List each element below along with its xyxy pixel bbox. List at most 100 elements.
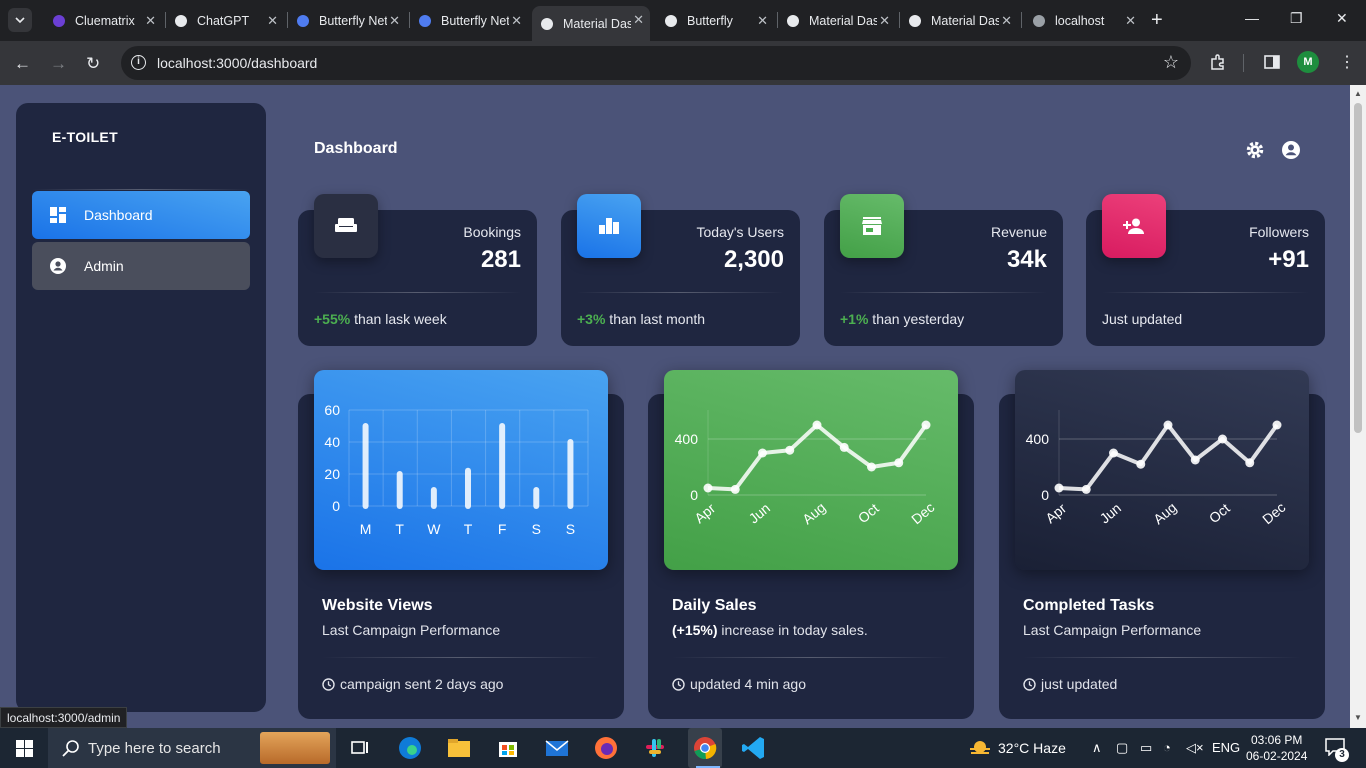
card-divider: [1023, 657, 1301, 658]
chrome-taskbar-button[interactable]: [688, 728, 722, 768]
tab-close-icon[interactable]: ✕: [1125, 13, 1136, 29]
data-point: [1136, 459, 1146, 469]
sidebar-item-label: Admin: [84, 258, 124, 274]
browser-tab[interactable]: Material Dashboard✕: [532, 6, 650, 41]
tab-close-icon[interactable]: ✕: [267, 13, 278, 29]
scroll-thumb[interactable]: [1354, 103, 1362, 433]
browser-tab[interactable]: Material Dashboard✕: [900, 7, 1018, 35]
file-explorer-icon[interactable]: [445, 734, 473, 762]
person-add-icon: [1123, 218, 1144, 234]
back-icon[interactable]: ←: [14, 54, 31, 74]
material-icon: [909, 15, 921, 27]
language-indicator[interactable]: ENG: [1212, 740, 1240, 755]
y-tick-label: 40: [324, 434, 340, 450]
sidebar: E-TOILET Dashboard Admin: [16, 103, 266, 712]
tab-close-icon[interactable]: ✕: [389, 13, 400, 29]
card-footer: updated 4 min ago: [672, 676, 806, 692]
browser-tab[interactable]: Material Dashboard✕: [778, 7, 896, 35]
close-window-icon[interactable]: ✕: [1336, 10, 1348, 27]
restore-icon[interactable]: ❐: [1290, 10, 1303, 27]
y-tick-label: 400: [675, 431, 699, 447]
data-point: [812, 420, 822, 430]
new-tab-button[interactable]: +: [1151, 9, 1163, 32]
clock-date: 06-02-2024: [1246, 749, 1308, 763]
sidebar-item-dashboard[interactable]: Dashboard: [32, 191, 250, 239]
card-footer-text: updated 4 min ago: [690, 676, 806, 692]
address-bar[interactable]: i localhost:3000/dashboard ☆: [121, 46, 1191, 80]
wifi-icon[interactable]: ◔: [1163, 740, 1171, 755]
tab-close-icon[interactable]: ✕: [757, 13, 768, 29]
browser-tab[interactable]: ChatGPT ✕: [166, 7, 284, 35]
tab-title: Butterfly: [687, 14, 733, 28]
x-tick-label: S: [532, 521, 541, 537]
microsoft-store-icon[interactable]: [494, 734, 522, 762]
meet-now-icon[interactable]: ▢: [1116, 740, 1128, 756]
taskbar-clock[interactable]: 03:06 PM 06-02-2024: [1246, 732, 1307, 764]
stat-card-revenue: Revenue 34k +1% than yesterday: [824, 194, 1063, 346]
line-chart-sales: 0 400 Apr Jun Aug Oct Dec: [664, 370, 958, 570]
taskbar-search[interactable]: Type here to search: [48, 728, 336, 768]
side-panel-icon[interactable]: [1263, 53, 1281, 71]
vscode-icon[interactable]: [740, 734, 768, 762]
browser-tab[interactable]: Butterfly ✕: [656, 7, 774, 35]
tab-close-icon[interactable]: ✕: [511, 13, 522, 29]
stat-badge: [314, 194, 378, 258]
battery-icon[interactable]: ▭: [1140, 740, 1152, 756]
x-tick-label: S: [566, 521, 575, 537]
minimize-icon[interactable]: —: [1245, 10, 1259, 26]
stat-label: Revenue: [990, 224, 1047, 240]
search-icon: [62, 740, 79, 757]
extensions-icon[interactable]: [1209, 53, 1227, 71]
bookmark-star-icon[interactable]: ☆: [1163, 52, 1179, 73]
stat-badge: [1102, 194, 1166, 258]
site-info-icon[interactable]: i: [131, 55, 146, 70]
address-url[interactable]: localhost:3000/dashboard: [157, 55, 317, 71]
volume-muted-icon[interactable]: ◁×: [1186, 740, 1204, 756]
task-view-icon[interactable]: [346, 734, 374, 762]
page-scrollbar[interactable]: ▲ ▼: [1350, 85, 1366, 728]
data-point: [785, 445, 795, 455]
tab-close-icon[interactable]: ✕: [145, 13, 156, 29]
y-tick-label: 0: [690, 487, 698, 503]
material-icon: [787, 15, 799, 27]
reload-icon[interactable]: ↻: [86, 54, 100, 74]
card-subtitle-text: Last Campaign Performance: [1023, 622, 1202, 638]
taskbar-search-placeholder: Type here to search: [88, 740, 221, 757]
x-tick-label: Jun: [1096, 500, 1124, 527]
data-point: [839, 442, 849, 452]
browser-menu-icon[interactable]: ⋮: [1339, 52, 1355, 72]
card-title: Completed Tasks: [1023, 597, 1155, 614]
account-icon[interactable]: [1281, 140, 1301, 160]
browser-tab[interactable]: localhost ✕: [1024, 7, 1142, 35]
edge-icon[interactable]: [396, 734, 424, 762]
stat-change: +55%: [314, 311, 351, 327]
localhost-icon: [1033, 15, 1045, 27]
x-tick-label: Dec: [1259, 499, 1288, 527]
windows-start-icon[interactable]: [16, 740, 33, 757]
firefox-icon[interactable]: [592, 734, 620, 762]
clock-icon: [1023, 677, 1036, 691]
data-point: [1109, 448, 1118, 458]
scroll-down-icon[interactable]: ▼: [1354, 713, 1362, 722]
butterfly-icon: [419, 15, 431, 27]
scroll-up-icon[interactable]: ▲: [1354, 89, 1362, 98]
browser-tab[interactable]: Butterfly Networks✕: [288, 7, 406, 35]
x-tick-label: T: [395, 521, 404, 537]
sidebar-item-admin[interactable]: Admin: [32, 242, 250, 290]
settings-icon[interactable]: [1245, 140, 1265, 160]
brand-name[interactable]: E-TOILET: [52, 129, 118, 145]
profile-avatar[interactable]: M: [1297, 51, 1319, 73]
tab-close-icon[interactable]: ✕: [879, 13, 890, 29]
tab-close-icon[interactable]: ✕: [633, 12, 644, 28]
tray-chevron-icon[interactable]: ∧: [1092, 740, 1102, 756]
forward-icon[interactable]: →: [50, 54, 67, 74]
data-point: [1245, 458, 1255, 468]
slack-icon[interactable]: [641, 734, 669, 762]
weather-widget[interactable]: 32°C Haze: [968, 739, 1066, 757]
browser-tab[interactable]: Cluematrix ✕: [44, 7, 162, 35]
tab-close-icon[interactable]: ✕: [1001, 13, 1012, 29]
tab-search-button[interactable]: [8, 8, 32, 32]
browser-tab[interactable]: Butterfly Networks✕: [410, 7, 528, 35]
data-point: [921, 420, 931, 430]
mail-icon[interactable]: [543, 734, 571, 762]
